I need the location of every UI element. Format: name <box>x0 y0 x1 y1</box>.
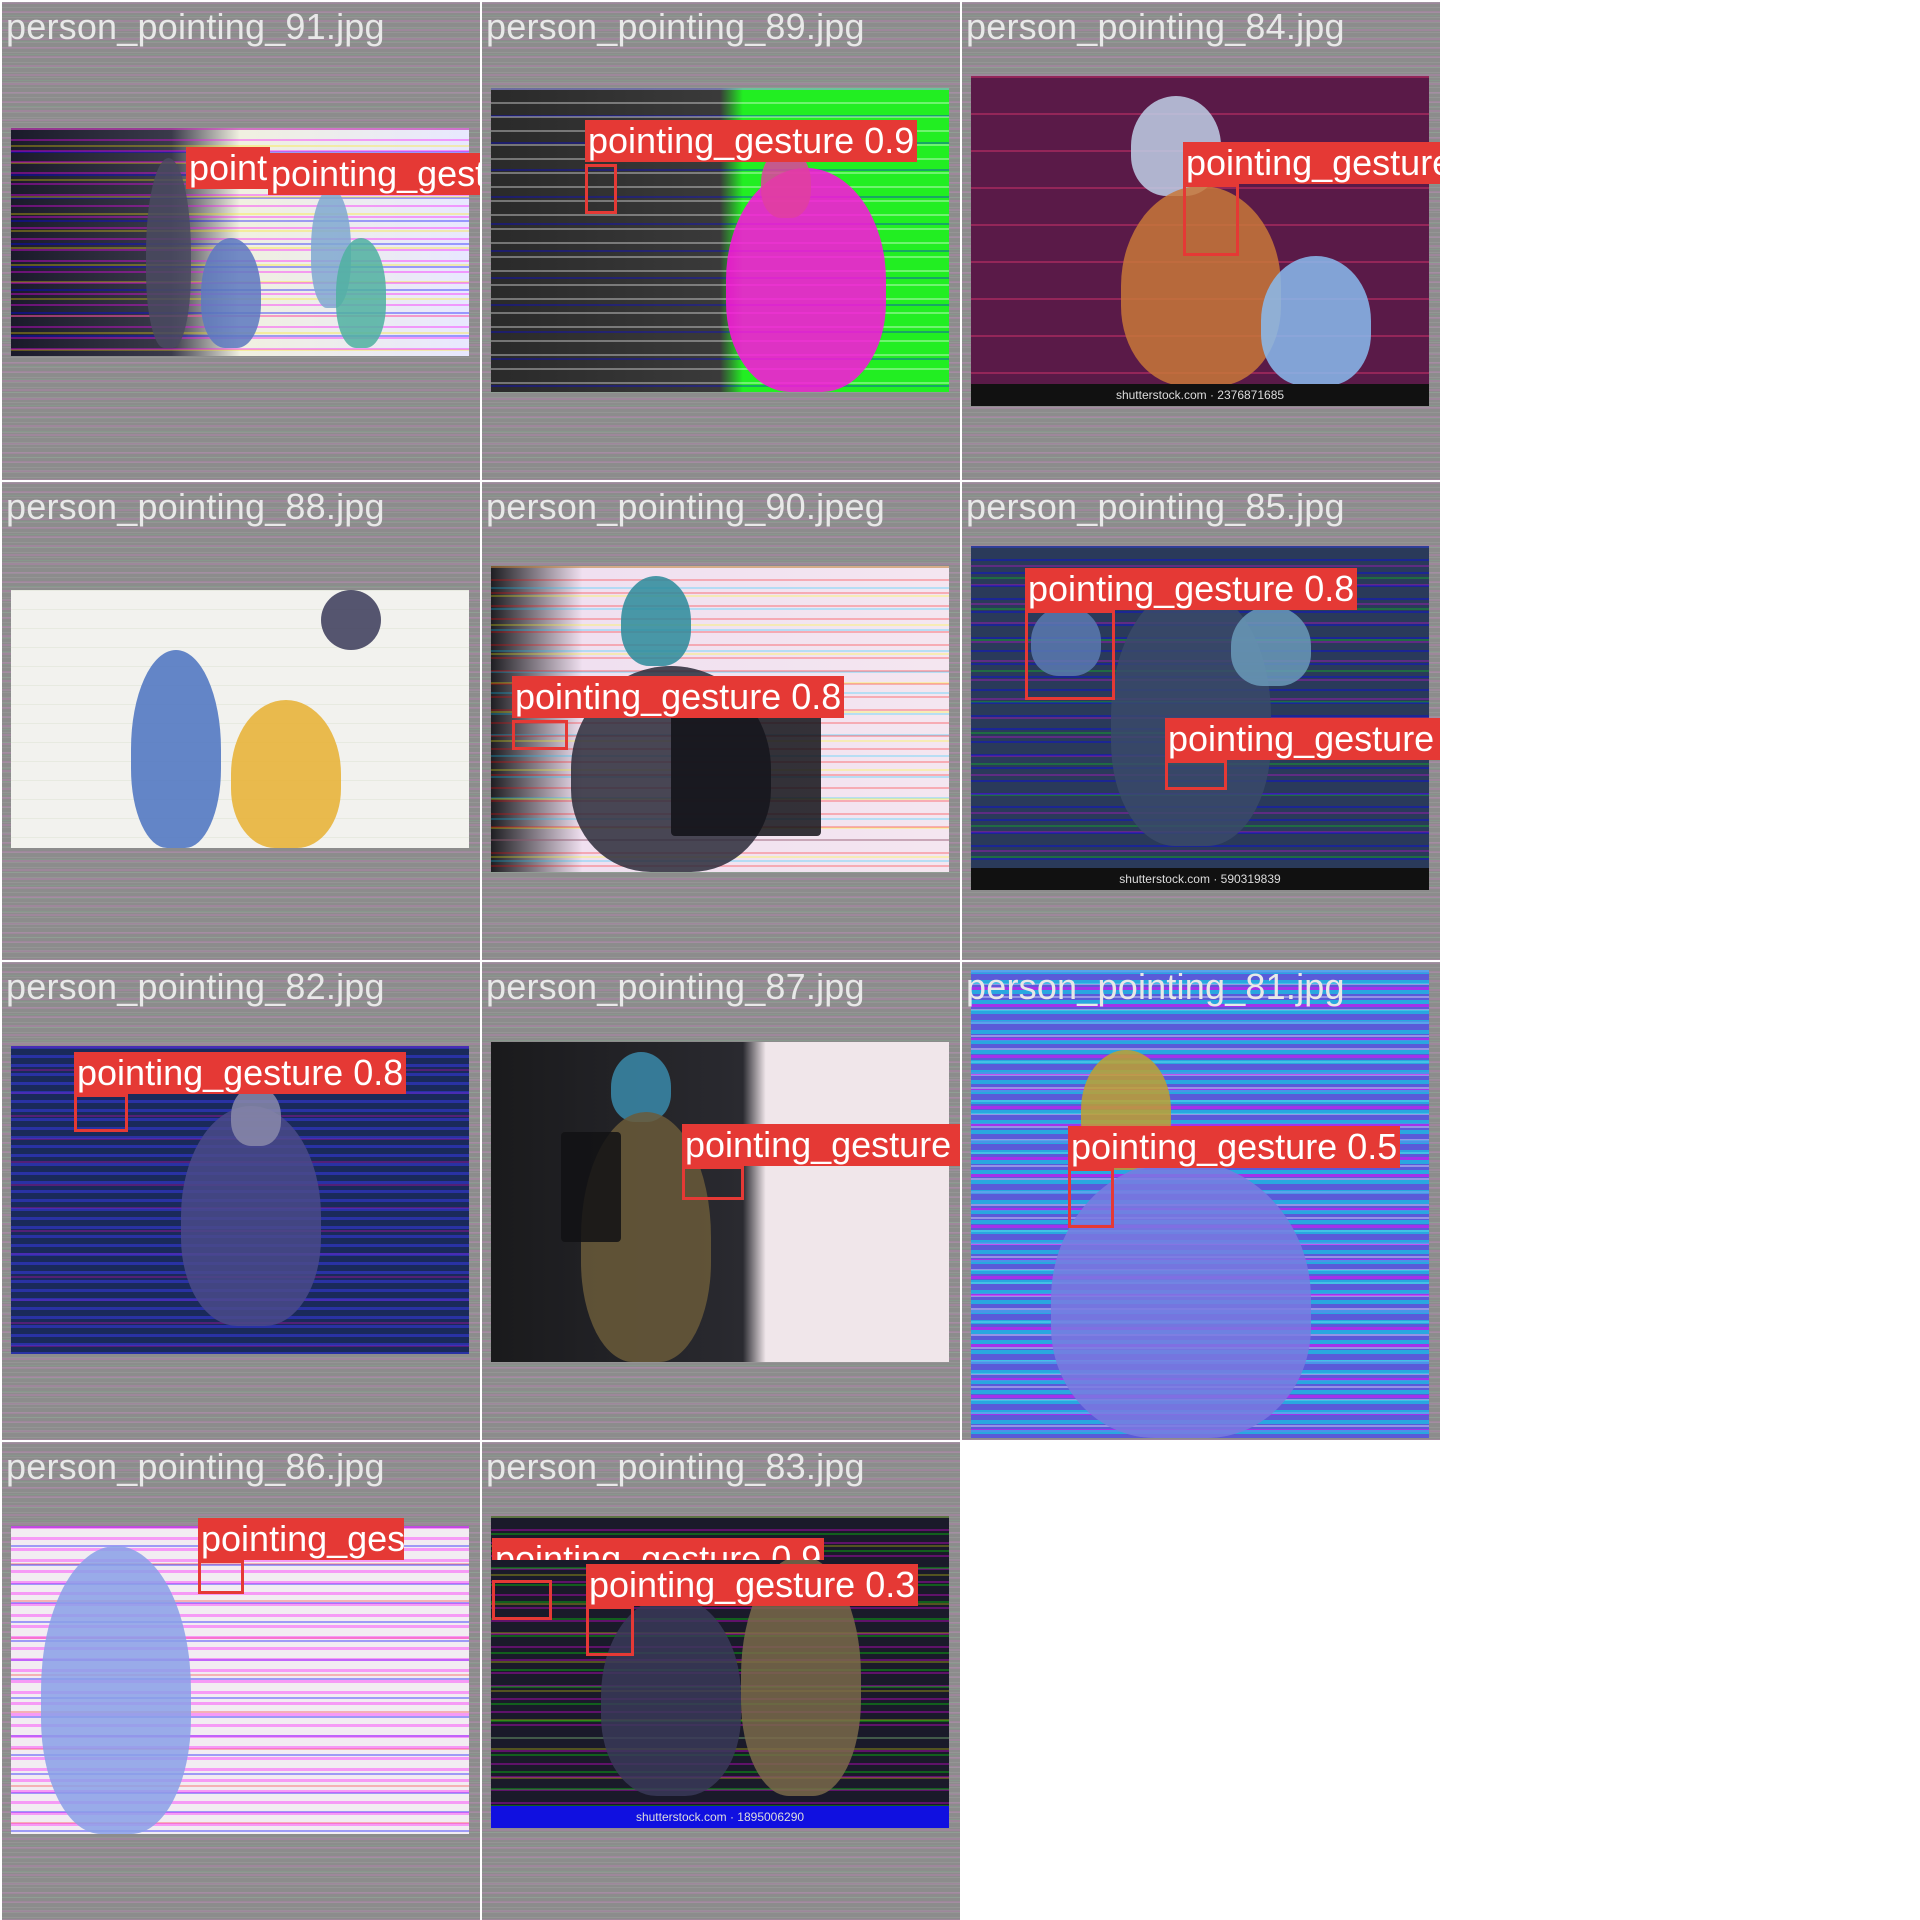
tile-person-pointing-83[interactable]: shutterstock.com · 1895006290 person_poi… <box>482 1442 960 1920</box>
tile-person-pointing-88[interactable]: person_pointing_88.jpg <box>2 482 480 960</box>
photo-credit: shutterstock.com · 1895006290 <box>491 1806 949 1828</box>
detection-label: pointing_gesture 0.3 <box>198 1518 404 1560</box>
bounding-box <box>198 1560 244 1594</box>
tile-filename: person_pointing_82.jpg <box>6 966 385 1007</box>
tile-filename: person_pointing_90.jpeg <box>486 486 885 527</box>
photo <box>11 590 469 848</box>
tile-person-pointing-87[interactable]: person_pointing_87.jpg pointing_gesture … <box>482 962 960 1440</box>
bounding-box <box>512 720 568 750</box>
bounding-box <box>74 1094 128 1132</box>
detection-label: pointing_gesture 0.8 <box>74 1052 407 1094</box>
photo <box>491 1042 949 1362</box>
detection-label: pointing_gesture 0.8 <box>512 676 845 718</box>
bounding-box <box>492 1580 552 1620</box>
tile-person-pointing-91[interactable]: person_pointing_91.jpg pointing_gesture … <box>2 2 480 480</box>
bounding-box <box>586 1606 634 1656</box>
tile-filename: person_pointing_85.jpg <box>966 486 1345 527</box>
mosaic-grid: person_pointing_91.jpg pointing_gesture … <box>0 0 1440 1920</box>
detection-label: pointing_gesture 0.3 <box>186 147 270 189</box>
bounding-box <box>1165 760 1227 790</box>
tile-filename: person_pointing_91.jpg <box>6 6 385 47</box>
bounding-box <box>1025 610 1115 700</box>
photo-credit: shutterstock.com · 590319839 <box>971 868 1429 890</box>
bounding-box <box>1183 184 1239 256</box>
detection-label: pointing_gesture 0.9 <box>682 1124 960 1166</box>
detection-label: pointing_gesture 0.8 <box>1025 568 1358 610</box>
tile-filename: person_pointing_84.jpg <box>966 6 1345 47</box>
tile-filename: person_pointing_88.jpg <box>6 486 385 527</box>
tile-filename: person_pointing_89.jpg <box>486 6 865 47</box>
detection-label: pointing_gesture 0.9 <box>492 1538 825 1560</box>
bounding-box <box>682 1166 744 1200</box>
tile-person-pointing-81[interactable]: person_pointing_81.jpg pointing_gesture … <box>962 962 1440 1440</box>
tile-person-pointing-86[interactable]: person_pointing_86.jpg pointing_gesture … <box>2 1442 480 1920</box>
tile-filename: person_pointing_86.jpg <box>6 1446 385 1487</box>
tile-person-pointing-82[interactable]: person_pointing_82.jpg pointing_gesture … <box>2 962 480 1440</box>
tile-person-pointing-89[interactable]: person_pointing_89.jpg pointing_gesture … <box>482 2 960 480</box>
photo <box>971 970 1429 1438</box>
bounding-box <box>585 164 617 214</box>
tile-filename: person_pointing_83.jpg <box>486 1446 865 1487</box>
detection-label: pointing_gesture 0.5 <box>1068 1126 1401 1168</box>
detection-label: pointing_gesture 0.3 <box>268 153 480 195</box>
detection-label: pointing_gesture 0.3 <box>586 1564 919 1606</box>
photo <box>491 566 949 872</box>
tile-filename: person_pointing_81.jpg <box>966 966 1345 1007</box>
photo-credit: shutterstock.com · 2376871685 <box>971 384 1429 406</box>
tile-person-pointing-90[interactable]: person_pointing_90.jpeg pointing_gesture… <box>482 482 960 960</box>
tile-filename: person_pointing_87.jpg <box>486 966 865 1007</box>
detection-label: pointing_gesture 0.4 <box>1183 142 1440 184</box>
tile-person-pointing-84[interactable]: shutterstock.com · 2376871685 person_poi… <box>962 2 1440 480</box>
bounding-box <box>1068 1168 1114 1228</box>
tile-person-pointing-85[interactable]: shutterstock.com · 590319839 person_poin… <box>962 482 1440 960</box>
detection-label: pointing_gesture 0.9 <box>585 120 918 162</box>
detection-label: pointing_gesture 0.3 <box>1165 718 1440 760</box>
photo: shutterstock.com · 1895006290 <box>491 1516 949 1828</box>
